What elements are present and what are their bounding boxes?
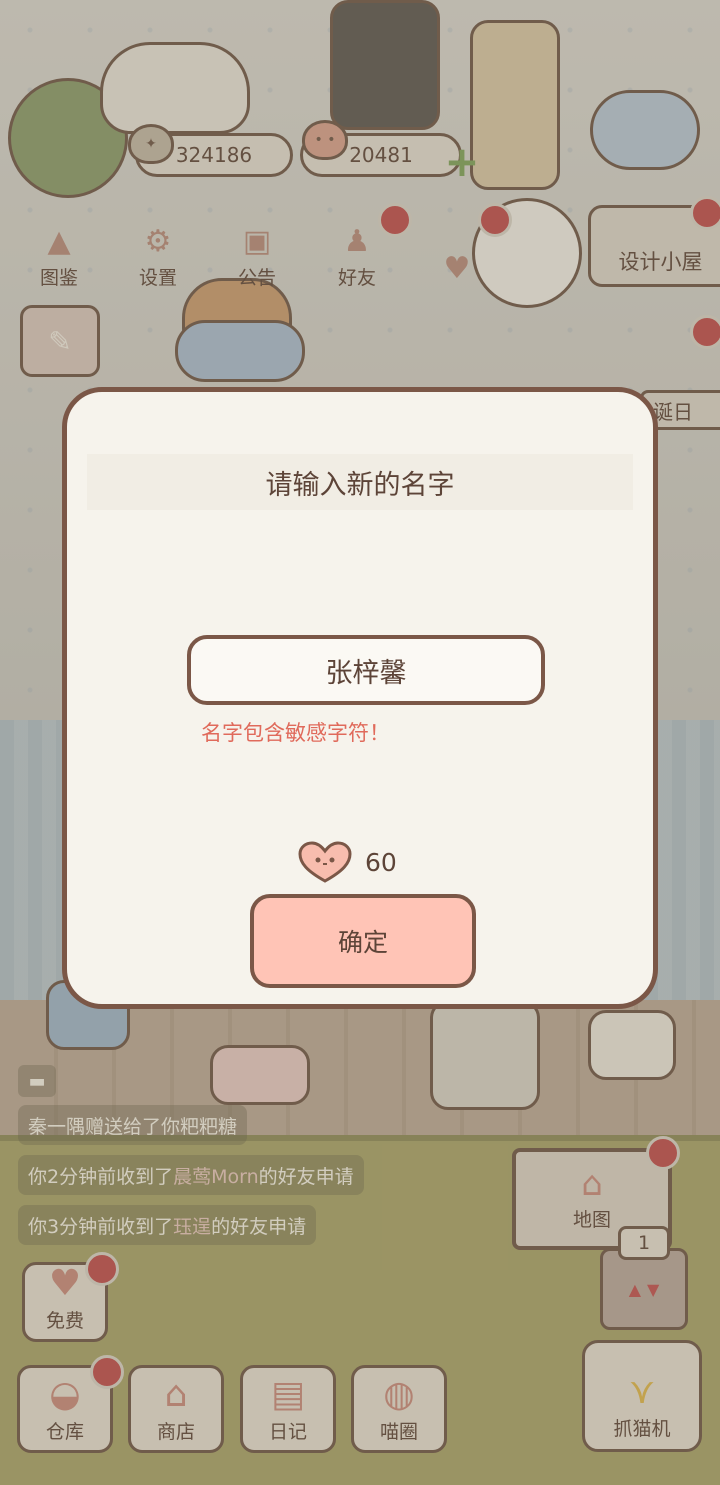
error-message: 名字包含敏感字符！ [201, 721, 390, 745]
rename-cost: 60 [297, 840, 437, 884]
name-input[interactable] [187, 635, 545, 705]
heart-currency-icon [298, 841, 352, 883]
rename-dialog: 请输入新的名字 名字包含敏感字符！ 60 确定 [62, 387, 658, 1009]
confirm-button[interactable]: 确定 [250, 894, 476, 988]
confirm-label: 确定 [337, 928, 388, 957]
cost-value: 60 [365, 847, 397, 877]
dialog-title-text: 请输入新的名字 [265, 469, 455, 501]
dialog-title: 请输入新的名字 [87, 454, 633, 510]
